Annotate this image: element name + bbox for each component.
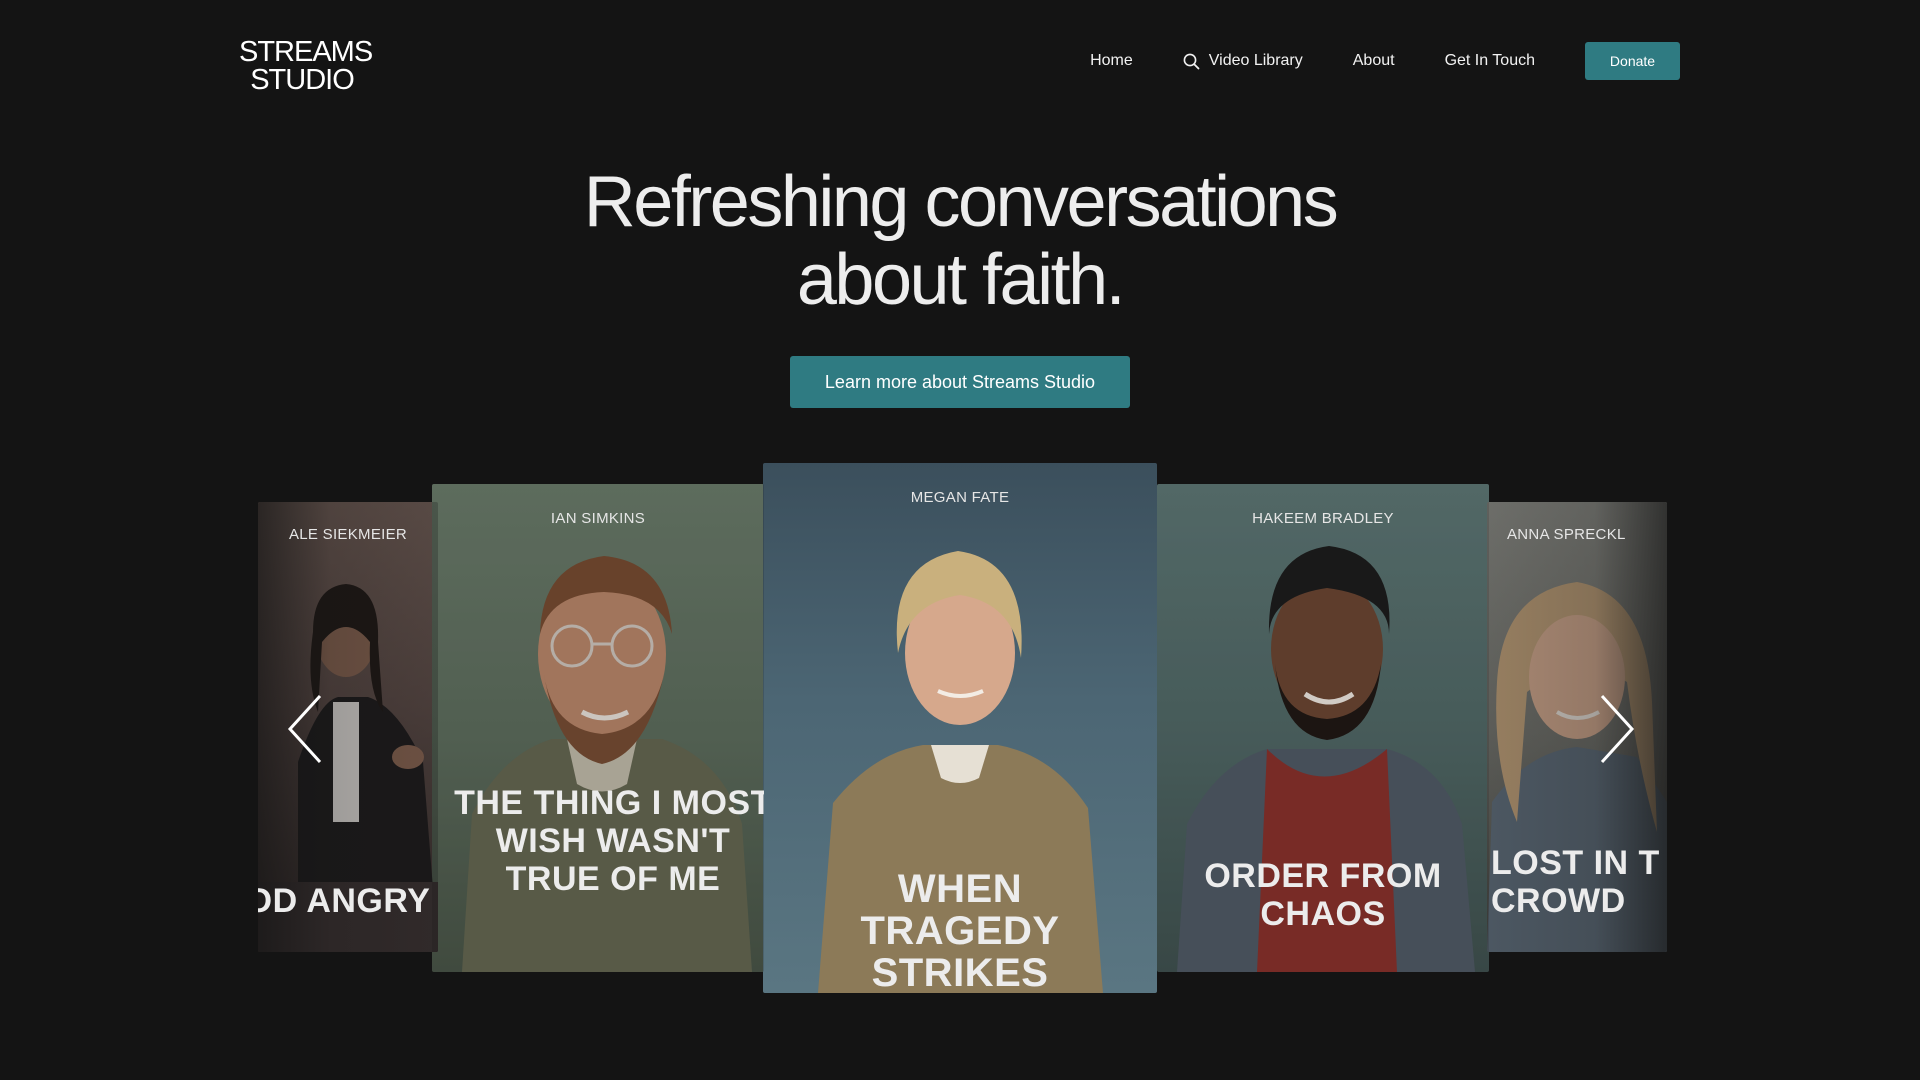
video-card-center[interactable]: MEGAN FATE WHEN TRAGEDY STRIKES	[763, 463, 1157, 993]
learn-more-button[interactable]: Learn more about Streams Studio	[790, 356, 1130, 408]
search-icon	[1183, 53, 1200, 70]
donate-button[interactable]: Donate	[1585, 42, 1680, 80]
logo[interactable]: STREAMS STUDIO	[239, 36, 373, 97]
nav-home[interactable]: Home	[1090, 52, 1133, 70]
card-person-name: MEGAN FATE	[910, 489, 1010, 506]
nav-video-library-label: Video Library	[1208, 52, 1303, 69]
hero-title: Refreshing conversations about faith.	[0, 163, 1920, 319]
chevron-left-icon	[287, 694, 322, 764]
card-headline: THE THING I MOST WISH WASN'T TRUE OF ME	[454, 784, 764, 898]
card-person-name: HAKEEM BRADLEY	[1252, 510, 1394, 527]
logo-line-1: STREAMS	[239, 36, 373, 68]
main-nav: Home Video Library About Get In Touch Do…	[1090, 42, 1680, 80]
nav-video-library[interactable]: Video Library	[1183, 52, 1303, 70]
page: STREAMS STUDIO Home Video Library About …	[0, 0, 1920, 1080]
video-card-far-right[interactable]: ANNA SPRECKL LOST IN T CROWD	[1487, 502, 1667, 952]
video-card-far-left[interactable]: ALE SIEKMEIER OD ANGRY	[258, 502, 438, 952]
chevron-right-icon	[1600, 694, 1635, 764]
video-card-right[interactable]: HAKEEM BRADLEY ORDER FROM CHAOS	[1157, 484, 1489, 972]
card-headline: LOST IN T CROWD	[1491, 844, 1660, 920]
nav-get-in-touch[interactable]: Get In Touch	[1445, 52, 1535, 70]
nav-about[interactable]: About	[1353, 52, 1395, 70]
card-headline: ORDER FROM CHAOS	[1204, 857, 1442, 933]
card-person-name: ALE SIEKMEIER	[288, 526, 408, 543]
carousel-prev-button[interactable]	[286, 694, 326, 764]
hero-title-line-2: about faith.	[796, 240, 1126, 320]
card-headline: WHEN TRAGEDY STRIKES	[860, 867, 1060, 993]
video-card-left[interactable]: IAN SIMKINS THE THING I MOST WISH WASN'T…	[432, 484, 764, 972]
logo-line-2: STUDIO	[250, 64, 355, 97]
card-person-name: ANNA SPRECKL	[1507, 526, 1626, 543]
card-dim-overlay	[432, 484, 764, 972]
card-headline: OD ANGRY	[258, 882, 431, 920]
carousel-next-button[interactable]	[1596, 694, 1636, 764]
hero-title-line-1: Refreshing conversations	[583, 162, 1339, 242]
card-person-name: IAN SIMKINS	[550, 510, 646, 527]
